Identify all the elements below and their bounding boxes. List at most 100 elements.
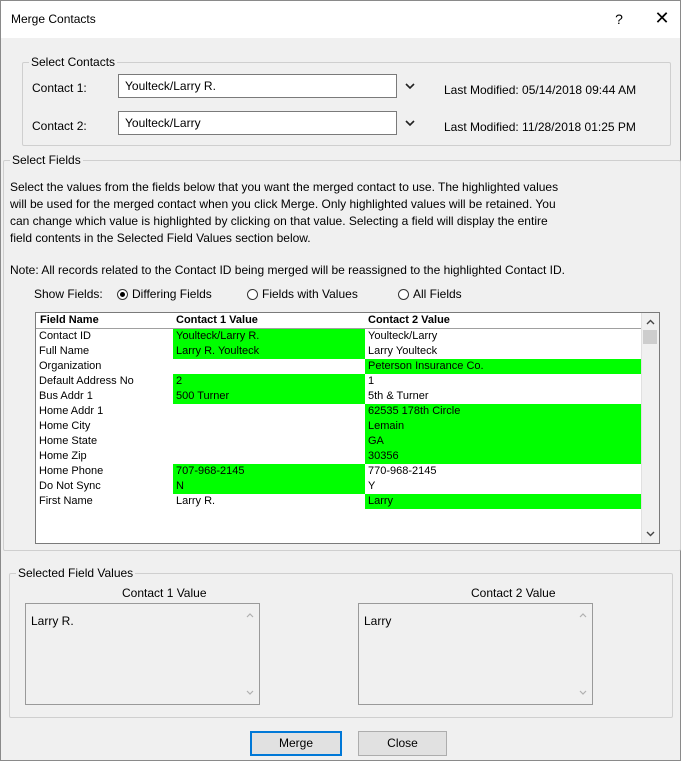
select-contacts-legend: Select Contacts	[31, 55, 116, 69]
field-name-cell[interactable]: Bus Addr 1	[36, 389, 173, 404]
contact1-value-cell[interactable]	[173, 359, 365, 374]
title-bar: Merge Contacts ? ✕	[1, 1, 680, 38]
contact2-value-cell[interactable]: 62535 178th Circle	[365, 404, 643, 419]
contact1-value-cell[interactable]: Larry R.	[173, 494, 365, 509]
contact2-value-cell[interactable]: Lemain	[365, 419, 643, 434]
reassign-note: Note: All records related to the Contact…	[10, 263, 565, 277]
contact1-value-cell[interactable]: Youlteck/Larry R.	[173, 329, 365, 344]
table-row[interactable]: Home State GA	[36, 434, 643, 449]
field-name-cell[interactable]: Home Zip	[36, 449, 173, 464]
contact2-value-text: Larry	[364, 614, 392, 628]
grid-rows: Contact ID Youlteck/Larry R. Youlteck/Larr…	[36, 329, 643, 509]
contact2-value: Youlteck/Larry	[125, 116, 201, 130]
contact2-combo[interactable]: Youlteck/Larry	[118, 111, 397, 135]
contact1-value-cell[interactable]: 707-968-2145	[173, 464, 365, 479]
field-name-cell[interactable]: First Name	[36, 494, 173, 509]
help-button[interactable]: ?	[604, 7, 634, 31]
table-row[interactable]: Bus Addr 1 500 Turner 5th & Turner	[36, 389, 643, 404]
field-name-cell[interactable]: Home Phone	[36, 464, 173, 479]
merge-contacts-dialog: Merge Contacts ? ✕ Select Contacts Conta…	[0, 0, 681, 761]
field-name-cell[interactable]: Home City	[36, 419, 173, 434]
close-button[interactable]: Close	[358, 731, 447, 756]
contact1-value: Youlteck/Larry R.	[125, 79, 216, 93]
scroll-thumb[interactable]	[643, 330, 657, 344]
table-row[interactable]: Organization Peterson Insurance Co.	[36, 359, 643, 374]
field-name-cell[interactable]: Do Not Sync	[36, 479, 173, 494]
table-row[interactable]: Home City Lemain	[36, 419, 643, 434]
contact1-last-modified: Last Modified: 05/14/2018 09:44 AM	[444, 83, 637, 97]
radio-unchecked-icon	[398, 288, 409, 300]
contact1-value-textbox[interactable]: Larry R.	[25, 603, 260, 705]
contact2-dropdown-icon[interactable]	[402, 115, 418, 131]
select-fields-legend: Select Fields	[12, 153, 81, 167]
table-row[interactable]: Home Zip 30356	[36, 449, 643, 464]
table-row[interactable]: Home Addr 1 62535 178th Circle	[36, 404, 643, 419]
contact2-value-cell[interactable]: Y	[365, 479, 643, 494]
grid-scrollbar[interactable]	[641, 313, 659, 543]
selected-field-values-legend: Selected Field Values	[18, 566, 134, 580]
radio-differing-fields-label: Differing Fields	[132, 287, 212, 301]
column-header-contact1[interactable]: Contact 1 Value	[176, 314, 258, 326]
merge-button[interactable]: Merge	[250, 731, 342, 756]
contact2-value-label: Contact 2 Value	[471, 586, 556, 600]
field-name-cell[interactable]: Organization	[36, 359, 173, 374]
show-fields-label: Show Fields:	[34, 287, 103, 301]
table-row[interactable]: Contact ID Youlteck/Larry R. Youlteck/Larr…	[36, 329, 643, 344]
contact1-combo[interactable]: Youlteck/Larry R.	[118, 74, 397, 98]
contact1-value-label: Contact 1 Value	[122, 586, 207, 600]
contact2-value-cell[interactable]: Larry Youlteck	[365, 344, 643, 359]
contact1-dropdown-icon[interactable]	[402, 78, 418, 94]
field-name-cell[interactable]: Default Address No	[36, 374, 173, 389]
contact1-value-cell[interactable]: 500 Turner	[173, 389, 365, 404]
contact2-value-cell[interactable]: 1	[365, 374, 643, 389]
field-name-cell[interactable]: Full Name	[36, 344, 173, 359]
close-window-button[interactable]: ✕	[647, 7, 677, 31]
contact1-value-cell[interactable]	[173, 404, 365, 419]
field-name-cell[interactable]: Home State	[36, 434, 173, 449]
contact2-value-cell[interactable]: 5th & Turner	[365, 389, 643, 404]
table-row[interactable]: Home Phone 707-968-2145 770-968-2145	[36, 464, 643, 479]
contact2-value-cell[interactable]: GA	[365, 434, 643, 449]
textbox-scrollbar[interactable]	[242, 605, 258, 703]
contact2-value-cell[interactable]: 30356	[365, 449, 643, 464]
instructions-line-3: can change which value is highlighted by…	[10, 214, 548, 228]
contact2-last-modified: Last Modified: 11/28/2018 01:25 PM	[444, 120, 636, 134]
contact1-value-cell[interactable]	[173, 419, 365, 434]
column-header-contact2[interactable]: Contact 2 Value	[368, 314, 450, 326]
contact1-value-cell[interactable]: Larry R. Youlteck	[173, 344, 365, 359]
column-header-field-name[interactable]: Field Name	[40, 314, 99, 326]
contact2-value-cell[interactable]: Peterson Insurance Co.	[365, 359, 643, 374]
contact1-value-cell[interactable]	[173, 449, 365, 464]
contact2-value-textbox[interactable]: Larry	[358, 603, 593, 705]
instructions-line-2: will be used for the merged contact when…	[10, 197, 556, 211]
radio-fields-with-values-label: Fields with Values	[262, 287, 358, 301]
radio-all-fields-label: All Fields	[413, 287, 462, 301]
radio-all-fields[interactable]: All Fields	[398, 287, 462, 301]
field-name-cell[interactable]: Home Addr 1	[36, 404, 173, 419]
table-row[interactable]: Full Name Larry R. Youlteck Larry Youlteck	[36, 344, 643, 359]
radio-differing-fields[interactable]: Differing Fields	[117, 287, 212, 301]
contact1-value-cell[interactable]: 2	[173, 374, 365, 389]
contact2-value-cell[interactable]: Larry	[365, 494, 643, 509]
contact2-value-cell[interactable]: 770-968-2145	[365, 464, 643, 479]
fields-grid[interactable]: Field Name Contact 1 Value Contact 2 Val…	[35, 312, 660, 544]
radio-unchecked-icon	[247, 288, 258, 300]
grid-header: Field Name Contact 1 Value Contact 2 Val…	[36, 313, 643, 329]
table-row[interactable]: Default Address No 2 1	[36, 374, 643, 389]
table-row[interactable]: First Name Larry R. Larry	[36, 494, 643, 509]
contact1-label: Contact 1:	[32, 81, 87, 95]
table-row[interactable]: Do Not Sync N Y	[36, 479, 643, 494]
textbox-scrollbar[interactable]	[575, 605, 591, 703]
radio-fields-with-values[interactable]: Fields with Values	[247, 287, 358, 301]
field-name-cell[interactable]: Contact ID	[36, 329, 173, 344]
contact1-value-cell[interactable]	[173, 434, 365, 449]
scroll-up-icon[interactable]	[645, 317, 656, 328]
contact1-value-text: Larry R.	[31, 614, 74, 628]
contact2-label: Contact 2:	[32, 119, 87, 133]
contact2-value-cell[interactable]: Youlteck/Larry	[365, 329, 643, 344]
window-title: Merge Contacts	[11, 12, 96, 26]
scroll-down-icon[interactable]	[645, 528, 656, 539]
contact1-value-cell[interactable]: N	[173, 479, 365, 494]
instructions-line-4: field contents in the Selected Field Val…	[10, 231, 311, 245]
radio-checked-icon	[117, 288, 128, 300]
